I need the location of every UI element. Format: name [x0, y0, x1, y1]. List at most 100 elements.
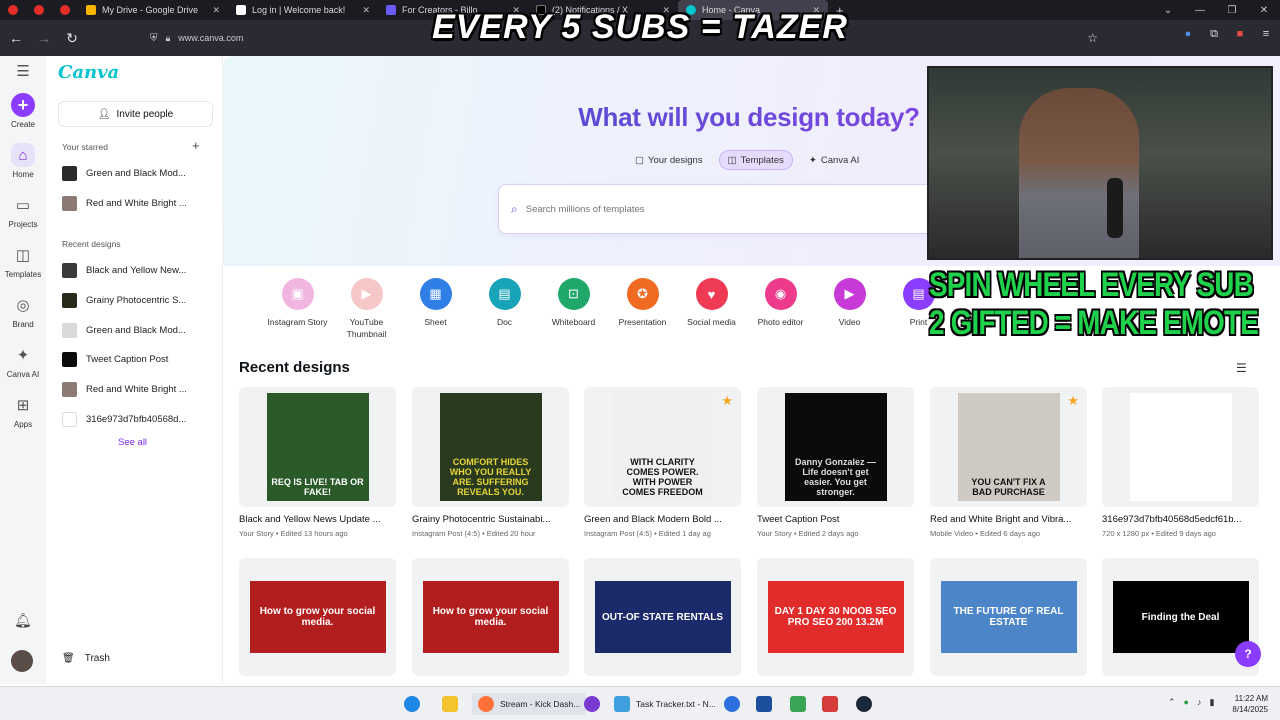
recent-item-label: 316e973d7bfb40568d...	[86, 413, 187, 425]
design-preview[interactable]: COMFORT HIDES WHO YOU REALLY ARE. SUFFER…	[412, 387, 569, 507]
design-type-whiteboard[interactable]: ⊡ Whiteboard	[539, 278, 608, 340]
design-card[interactable]: How to grow your social media.	[412, 558, 569, 676]
starred-item[interactable]: Red and White Bright ...	[62, 192, 212, 214]
collapse-menu-icon[interactable]: ☰	[11, 59, 35, 83]
design-preview[interactable]: REQ IS LIVE! TAB OR FAKE!	[239, 387, 396, 507]
rail-brand[interactable]: ◎ Brand	[0, 286, 46, 336]
design-preview[interactable]: Danny Gonzalez — Life doesn't get easier…	[757, 387, 914, 507]
design-type-label: Social media	[687, 317, 736, 327]
design-name[interactable]: Black and Yellow News Update ...	[239, 514, 396, 525]
template-search-box[interactable]: ⌕	[498, 184, 998, 234]
design-card[interactable]: REQ IS LIVE! TAB OR FAKE! Black and Yello…	[239, 387, 396, 538]
taskbar-obs[interactable]	[584, 693, 606, 715]
rail-label: Templates	[4, 270, 42, 279]
bell-icon[interactable]: 🔔︎	[14, 612, 32, 629]
rail-home[interactable]: ⌂ Home	[0, 136, 46, 186]
star-icon[interactable]: ★	[1067, 393, 1079, 409]
design-type-label: YouTube Thumbnail	[346, 317, 387, 339]
trash-label: Trash	[84, 653, 110, 664]
design-name[interactable]: Tweet Caption Post	[757, 514, 914, 525]
add-starred-icon[interactable]: +	[192, 138, 200, 153]
taskbar-steam[interactable]	[856, 693, 878, 715]
rail-create[interactable]: + Create	[0, 86, 46, 136]
design-card[interactable]: THE FUTURE OF REAL ESTATE	[930, 558, 1087, 676]
design-card[interactable]: YOU CAN'T FIX A BAD PURCHASE ★ Red and Whi…	[930, 387, 1087, 538]
network-icon[interactable]: ▮	[1209, 697, 1214, 708]
invite-people-button[interactable]: 👤︎ Invite people	[58, 101, 213, 127]
design-thumbnail-text: Finding the Deal	[1112, 581, 1249, 653]
design-type-social-media[interactable]: ♥ Social media	[677, 278, 746, 340]
taskbar-label: Task Tracker.txt - N...	[636, 699, 716, 709]
design-card[interactable]: How to grow your social media.	[239, 558, 396, 676]
system-clock[interactable]: 11:22 AM 8/14/2025	[1232, 693, 1268, 715]
design-card[interactable]: Danny Gonzalez — Life doesn't get easier…	[757, 387, 914, 538]
design-preview[interactable]: WITH CLARITY COMES POWER. WITH POWER COM…	[584, 387, 741, 507]
recent-item[interactable]: 316e973d7bfb40568d...	[62, 408, 212, 430]
design-preview[interactable]: DAY 1 DAY 30 NOOB SEO PRO SEO 200 13.2M	[757, 558, 914, 676]
recent-item[interactable]: Tweet Caption Post	[62, 348, 212, 370]
tab-canva-ai[interactable]: ✦ Canva AI	[801, 150, 868, 170]
design-preview[interactable]: OUT-OF STATE RENTALS	[584, 558, 741, 676]
design-card[interactable]: DAY 1 DAY 30 NOOB SEO PRO SEO 200 13.2M	[757, 558, 914, 676]
recent-item[interactable]: Black and Yellow New...	[62, 259, 212, 281]
design-name[interactable]: Green and Black Modern Bold ...	[584, 514, 741, 525]
rail-apps[interactable]: ⊞ Apps	[0, 386, 46, 436]
taskbar-app-3[interactable]	[790, 693, 812, 715]
design-preview[interactable]: YOU CAN'T FIX A BAD PURCHASE ★	[930, 387, 1087, 507]
overlay-goal-line: 2 GIFTED = MAKE EMOTE	[929, 304, 1259, 342]
search-mode-tabs: ▢ Your designs ◫ Templates ✦ Canva AI	[627, 150, 867, 170]
recent-item[interactable]: Green and Black Mod...	[62, 319, 212, 341]
design-card[interactable]: COMFORT HIDES WHO YOU REALLY ARE. SUFFER…	[412, 387, 569, 538]
design-thumbnail-text: COMFORT HIDES WHO YOU REALLY ARE. SUFFER…	[439, 393, 542, 501]
list-view-icon[interactable]: ☰	[1236, 361, 1247, 375]
design-preview[interactable]: How to grow your social media.	[239, 558, 396, 676]
recent-item[interactable]: Grainy Photocentric S...	[62, 289, 212, 311]
taskbar-app-1[interactable]	[724, 693, 746, 715]
design-preview[interactable]: THE FUTURE OF REAL ESTATE	[930, 558, 1087, 676]
taskbar-notepad[interactable]: Task Tracker.txt - N...	[614, 693, 716, 715]
start-button[interactable]	[404, 693, 426, 715]
design-card[interactable]: 316e973d7bfb40568d5edcf61b... 720 x 1280 …	[1102, 387, 1259, 538]
microphone-image	[1107, 178, 1123, 238]
rail-projects[interactable]: ▭ Projects	[0, 186, 46, 236]
canva-logo[interactable]: Canva	[58, 62, 119, 83]
taskbar-app-2[interactable]	[756, 693, 778, 715]
design-type-video[interactable]: ▶ Video	[815, 278, 884, 340]
rail-canva-ai[interactable]: ✦ Canva AI	[0, 336, 46, 386]
sparkle-icon: ✦	[808, 154, 817, 166]
rail-collapse[interactable]: ☰	[0, 56, 46, 86]
starred-item[interactable]: Green and Black Mod...	[62, 162, 212, 184]
design-name[interactable]: Grainy Photocentric Sustainabi...	[412, 514, 569, 525]
clock-time: 11:22 AM	[1234, 694, 1268, 703]
tab-templates[interactable]: ◫ Templates	[718, 150, 793, 170]
avatar[interactable]	[11, 650, 33, 672]
design-card[interactable]: OUT-OF STATE RENTALS	[584, 558, 741, 676]
taskbar-app-4[interactable]	[822, 693, 844, 715]
help-button[interactable]: ?	[1235, 641, 1261, 667]
rail-templates[interactable]: ◫ Templates	[0, 236, 46, 286]
mic-tray-icon[interactable]: ●	[1184, 697, 1189, 708]
design-type-sheet[interactable]: ▦ Sheet	[401, 278, 470, 340]
templates-icon: ◫	[15, 247, 31, 264]
trash-item[interactable]: 🗑︎ Trash	[62, 653, 110, 664]
taskbar-firefox-stream[interactable]: Stream - Kick Dash...	[472, 693, 587, 715]
design-preview[interactable]	[1102, 387, 1259, 507]
design-type-photo-editor[interactable]: ◉ Photo editor	[746, 278, 815, 340]
star-icon[interactable]: ★	[721, 393, 733, 409]
design-preview[interactable]: How to grow your social media.	[412, 558, 569, 676]
design-type-doc[interactable]: ▤ Doc	[470, 278, 539, 340]
tab-your-designs[interactable]: ▢ Your designs	[627, 150, 711, 170]
file-explorer-button[interactable]	[442, 693, 464, 715]
volume-icon[interactable]: ♪	[1197, 697, 1202, 708]
design-card[interactable]: WITH CLARITY COMES POWER. WITH POWER COM…	[584, 387, 741, 538]
chevron-up-icon[interactable]: ⌃	[1168, 697, 1176, 708]
design-name[interactable]: Red and White Bright and Vibra...	[930, 514, 1087, 525]
design-type-instagram-story[interactable]: ▣ Instagram Story	[263, 278, 332, 340]
rail-label: Create	[10, 120, 35, 129]
see-all-link[interactable]: See all	[118, 437, 147, 448]
design-type-youtube-thumbnail[interactable]: ▶ YouTube Thumbnail	[332, 278, 401, 340]
search-input[interactable]	[525, 203, 926, 215]
design-name[interactable]: 316e973d7bfb40568d5edcf61b...	[1102, 514, 1259, 525]
recent-item[interactable]: Red and White Bright ...	[62, 378, 212, 400]
design-type-presentation[interactable]: ✪ Presentation	[608, 278, 677, 340]
